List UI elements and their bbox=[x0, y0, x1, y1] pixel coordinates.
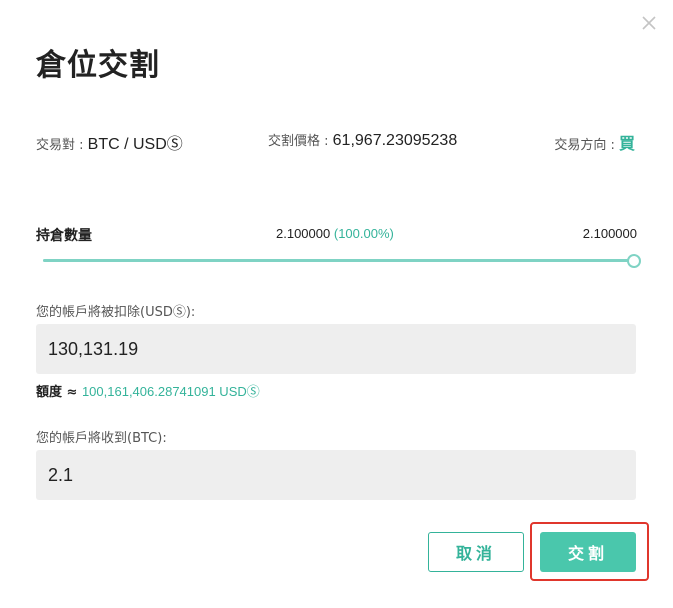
trading-pair-label: 交易對 : bbox=[36, 138, 88, 153]
delivery-price: 交割價格 : 61,967.23095238 bbox=[268, 130, 457, 150]
delivery-price-value: 61,967.23095238 bbox=[332, 132, 458, 149]
cancel-button[interactable]: 取消 bbox=[428, 532, 524, 572]
position-percent: (100.00%) bbox=[333, 226, 394, 241]
position-quantity-row: 持倉數量 2.100000 (100.00%) 2.100000 bbox=[36, 224, 637, 244]
deduct-label: 您的帳戶將被扣除(USDⓈ): bbox=[36, 305, 196, 320]
close-icon[interactable] bbox=[638, 12, 660, 34]
trading-pair: 交易對 : BTC / USDⓈ bbox=[36, 130, 183, 154]
quota-label: 額度 ≈ bbox=[36, 385, 82, 400]
slider-handle[interactable] bbox=[627, 254, 641, 268]
deduct-amount-input[interactable] bbox=[36, 324, 636, 374]
delivery-price-label: 交割價格 : bbox=[268, 134, 333, 149]
position-quantity-current: 2.100000 (100.00%) bbox=[276, 226, 394, 241]
quota: 額度 ≈ 100,161,406.28741091 USDⓈ bbox=[36, 381, 260, 400]
trading-pair-value: BTC / USDⓈ bbox=[87, 136, 183, 153]
trade-direction: 交易方向 : 買 bbox=[554, 130, 635, 154]
position-current-value: 2.100000 bbox=[276, 226, 331, 241]
quota-value: 100,161,406.28741091 USDⓈ bbox=[81, 384, 260, 399]
receive-amount-input[interactable] bbox=[36, 450, 636, 500]
confirm-delivery-button[interactable]: 交割 bbox=[540, 532, 636, 572]
position-quantity-label: 持倉數量 bbox=[36, 228, 92, 244]
receive-label: 您的帳戶將收到(BTC): bbox=[36, 431, 167, 446]
delivery-dialog: 倉位交割 交易對 : BTC / USDⓈ 交割價格 : 61,967.2309… bbox=[0, 0, 673, 608]
trade-direction-value: 買 bbox=[618, 136, 635, 153]
quantity-slider[interactable] bbox=[43, 253, 641, 269]
position-quantity-max: 2.100000 bbox=[582, 226, 637, 241]
trade-direction-label: 交易方向 : bbox=[554, 138, 619, 153]
slider-fill bbox=[43, 259, 639, 262]
dialog-title: 倉位交割 bbox=[36, 48, 160, 83]
